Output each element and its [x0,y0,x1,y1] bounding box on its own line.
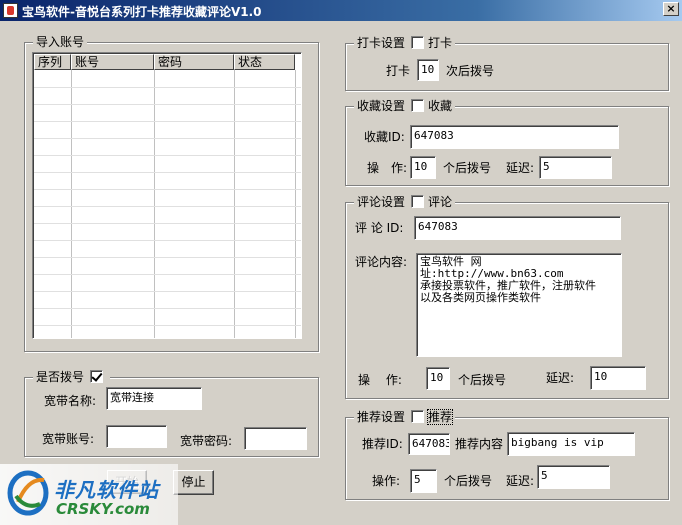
grid-row-line [34,257,301,258]
dial-checkbox[interactable] [90,370,104,383]
grid-line [154,70,155,338]
favorite-op-suffix: 个后拨号 [443,161,492,175]
column-header-password[interactable]: 密码 [154,54,234,70]
favorite-check-label[interactable]: 收藏 [428,99,452,113]
column-header-index[interactable]: 序列 [34,54,71,70]
recommend-delay-label: 延迟: [506,474,535,488]
recommend-content-label: 推荐内容 [455,437,504,451]
grid-row-line [34,121,301,122]
account-label: 宽带账号: [42,432,95,446]
title-bar: 宝鸟软件-音悦台系列打卡推荐收藏评论V1.0 × [0,0,682,21]
favorite-op-label: 操 作: [367,161,408,175]
account-input[interactable] [106,425,167,448]
app-icon [3,3,18,18]
grid-row-line [34,155,301,156]
grid-line [295,70,296,338]
grid-row-line [34,325,301,326]
grid-row-line [34,223,301,224]
dial-legend: 是否拨号 [33,370,111,384]
grid-row-line [34,291,301,292]
comment-title: 评论设置 [357,195,406,209]
recommend-check-label[interactable]: 推荐 [427,409,454,425]
comment-delay-input[interactable]: 10 [590,366,646,390]
recommend-id-label: 推荐ID: [362,437,403,451]
comment-id-input[interactable]: 647083 [414,216,621,240]
crsky-logo-icon [7,470,49,516]
grid-row-line [34,206,301,207]
favorite-op-input[interactable]: 10 [410,156,436,179]
comment-content-label: 评论内容: [355,255,408,269]
conn-name-input[interactable]: 宽带连接 [106,387,202,410]
favorite-legend: 收藏设置 收藏 [354,99,456,113]
comment-content-textarea[interactable]: 宝鸟软件 网址:http://www.bn63.com 承接投票软件，推广软件，… [416,253,622,357]
grid-row-line [34,240,301,241]
password-input[interactable] [244,427,307,450]
recommend-content-input[interactable]: bigbang is vip [507,432,635,456]
checkin-prefix-label: 打卡 [386,64,411,78]
recommend-title: 推荐设置 [357,410,406,424]
checkin-legend: 打卡设置 打卡 [354,36,456,50]
checkin-suffix-label: 次后拨号 [446,64,495,78]
site-watermark: 非凡软件站 CRSKY.com [0,464,178,525]
grid-row-line [34,87,301,88]
favorite-id-label: 收藏ID: [364,130,405,144]
comment-check-label[interactable]: 评论 [428,195,452,209]
grid-row-line [34,172,301,173]
favorite-delay-label: 延迟: [506,161,535,175]
comment-op-suffix: 个后拨号 [458,373,507,387]
grid-row-line [34,104,301,105]
recommend-checkbox[interactable] [411,410,425,423]
grid-row-line [34,274,301,275]
checkin-title: 打卡设置 [357,36,406,50]
comment-delay-label: 延迟: [546,371,575,385]
recommend-op-suffix: 个后拨号 [444,474,493,488]
grid-row-line [34,138,301,139]
watermark-cn-text: 非凡软件站 [54,478,159,502]
stop-button[interactable]: 停止 [173,470,214,495]
grid-line [71,70,72,338]
favorite-title: 收藏设置 [357,99,406,113]
import-accounts-title: 导入账号 [33,35,88,49]
comment-op-input[interactable]: 10 [426,367,450,390]
close-button[interactable]: × [663,2,679,16]
recommend-op-label: 操作: [372,474,401,488]
accounts-list-header: 序列 账号 密码 状态 [34,54,295,70]
column-header-account[interactable]: 账号 [71,54,154,70]
favorite-id-input[interactable]: 647083 [410,125,619,149]
favorite-delay-input[interactable]: 5 [539,156,612,179]
accounts-list[interactable]: 序列 账号 密码 状态 [32,52,302,339]
grid-row-line [34,308,301,309]
comment-op-label: 操 作: [358,373,402,387]
comment-legend: 评论设置 评论 [354,195,456,209]
checkin-check-label[interactable]: 打卡 [428,36,452,50]
checkin-checkbox[interactable] [411,36,425,49]
window-title: 宝鸟软件-音悦台系列打卡推荐收藏评论V1.0 [22,5,262,19]
password-label: 宽带密码: [180,434,233,448]
conn-name-label: 宽带名称: [44,394,97,408]
grid-line [234,70,235,338]
recommend-delay-input[interactable]: 5 [537,465,610,489]
grid-row-line [34,189,301,190]
comment-id-label: 评 论 ID: [355,221,404,235]
dial-title: 是否拨号 [36,370,85,384]
recommend-id-input[interactable]: 647083 [408,433,450,455]
recommend-op-input[interactable]: 5 [410,469,437,493]
recommend-legend: 推荐设置 推荐 [354,409,456,425]
column-header-status[interactable]: 状态 [234,54,295,70]
checkin-count-input[interactable]: 10 [417,59,439,81]
watermark-en-text: CRSKY.com [56,500,150,518]
comment-checkbox[interactable] [411,195,425,208]
favorite-checkbox[interactable] [411,99,425,112]
